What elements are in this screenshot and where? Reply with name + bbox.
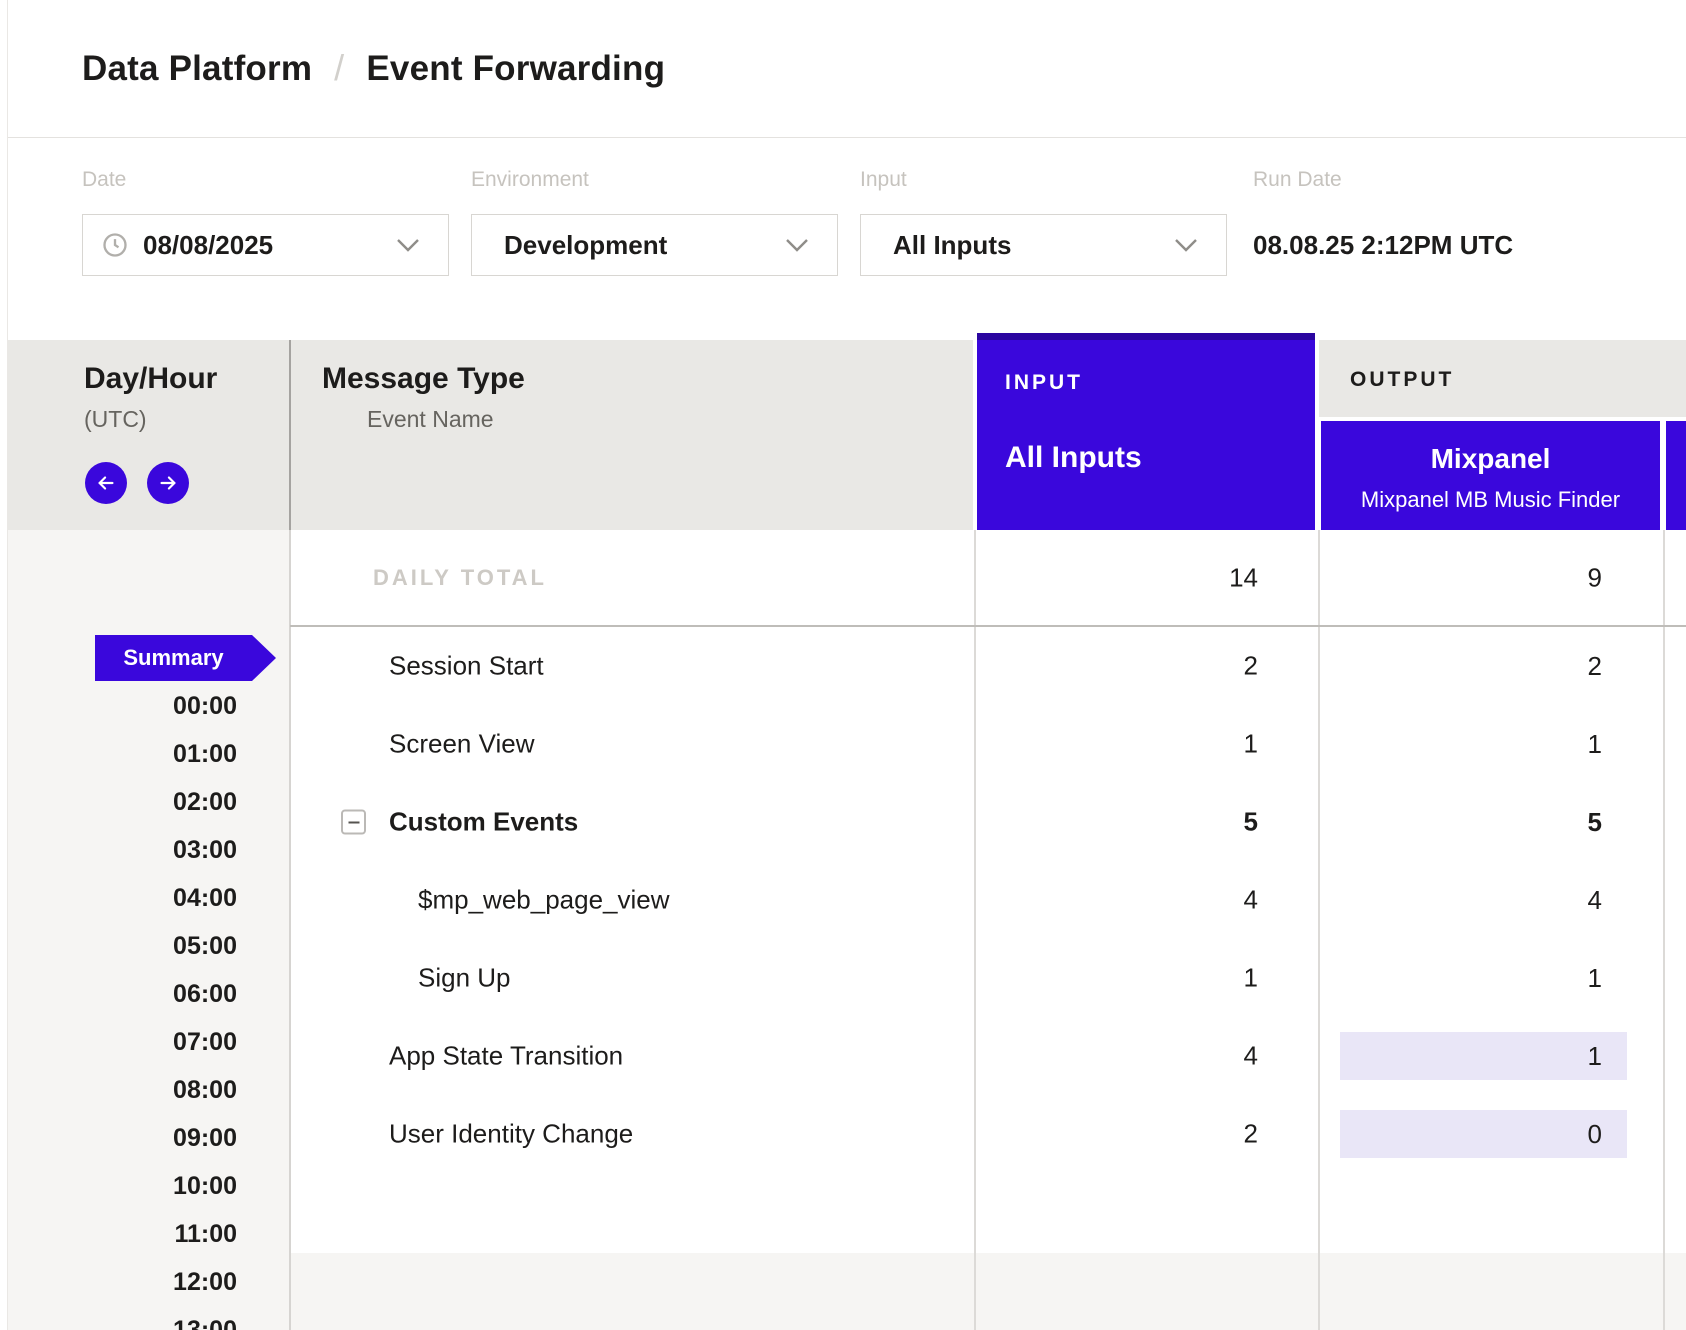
hour-label[interactable]: 03:00 — [0, 826, 290, 874]
next-output-column-partial[interactable] — [1666, 421, 1686, 530]
table-footer-background — [290, 1253, 1686, 1330]
row-output-value: 1 — [1588, 1041, 1602, 1072]
next-day-button[interactable] — [147, 462, 189, 504]
row-label: Custom Events — [389, 807, 578, 838]
row-input-value: 1 — [1244, 963, 1258, 994]
date-dropdown[interactable]: 08/08/2025 — [82, 214, 449, 276]
table-row: App State Transition 4 1 — [290, 1017, 1686, 1095]
summary-tab-label: Summary — [123, 645, 223, 671]
top-header: Data Platform / Event Forwarding — [0, 0, 1686, 138]
row-input-value: 5 — [1244, 807, 1258, 838]
row-input-value: 4 — [1244, 885, 1258, 916]
environment-dropdown[interactable]: Development — [471, 214, 838, 276]
environment-label: Environment — [471, 168, 589, 192]
row-output-value: 5 — [1588, 807, 1602, 838]
row-output-cell: 1 — [1340, 1032, 1627, 1080]
minus-box-icon[interactable] — [341, 810, 366, 835]
row-input-value: 2 — [1244, 651, 1258, 682]
chevron-down-icon — [785, 238, 809, 252]
hour-label[interactable]: 05:00 — [0, 922, 290, 970]
row-label: Session Start — [389, 651, 544, 682]
hour-label[interactable]: 12:00 — [0, 1258, 290, 1306]
daily-total-input-value: 14 — [1229, 562, 1258, 593]
hour-label[interactable]: 13:00 — [0, 1306, 290, 1330]
day-hour-header: Day/Hour — [84, 362, 217, 396]
input-column-header[interactable]: INPUT All Inputs — [977, 333, 1315, 530]
date-value: 08/08/2025 — [143, 230, 273, 261]
daily-total-output-value: 9 — [1588, 562, 1602, 593]
row-output-value: 4 — [1588, 885, 1602, 916]
row-label: App State Transition — [389, 1041, 623, 1072]
minus-glyph — [348, 821, 359, 823]
row-label: $mp_web_page_view — [418, 885, 670, 916]
clock-icon — [101, 231, 129, 259]
arrow-left-icon — [95, 472, 117, 494]
output-connection-name: Mixpanel — [1321, 443, 1660, 475]
output-column-header[interactable]: Mixpanel Mixpanel MB Music Finder — [1321, 421, 1660, 530]
row-label: Sign Up — [418, 963, 511, 994]
row-output-value: 0 — [1588, 1119, 1602, 1150]
input-value: All Inputs — [893, 230, 1011, 261]
row-output-cell: 1 — [1340, 954, 1627, 1002]
chevron-down-icon — [396, 238, 420, 252]
run-date-label: Run Date — [1253, 168, 1342, 192]
message-rows: Session Start 2 2 Screen View 1 1 Custom… — [290, 627, 1686, 1173]
message-type-header: Message Type — [322, 362, 525, 396]
hour-label[interactable]: 06:00 — [0, 970, 290, 1018]
hour-label[interactable]: 00:00 — [0, 682, 290, 730]
hour-label[interactable]: 02:00 — [0, 778, 290, 826]
hour-label[interactable]: 01:00 — [0, 730, 290, 778]
output-section-label: OUTPUT — [1350, 368, 1454, 392]
hour-label[interactable]: 10:00 — [0, 1162, 290, 1210]
chevron-down-icon — [1174, 238, 1198, 252]
row-output-cell: 1 — [1340, 720, 1627, 768]
day-hour-timezone: (UTC) — [84, 406, 147, 433]
hour-label[interactable]: 04:00 — [0, 874, 290, 922]
row-input-value: 2 — [1244, 1119, 1258, 1150]
hour-label[interactable]: 08:00 — [0, 1066, 290, 1114]
table-row: User Identity Change 2 0 — [290, 1095, 1686, 1173]
table-row: Custom Events 5 5 — [290, 783, 1686, 861]
daily-total-label: DAILY TOTAL — [373, 565, 547, 591]
row-input-value: 1 — [1244, 729, 1258, 760]
row-label: Screen View — [389, 729, 535, 760]
row-output-cell: 0 — [1340, 1110, 1627, 1158]
row-output-cell: 4 — [1340, 876, 1627, 924]
header-column-divider — [289, 340, 291, 530]
page-title: Event Forwarding — [366, 49, 665, 89]
table-row: Session Start 2 2 — [290, 627, 1686, 705]
event-name-subheader: Event Name — [367, 406, 494, 433]
table-row: $mp_web_page_view 4 4 — [290, 861, 1686, 939]
daily-total-row: DAILY TOTAL 14 9 — [290, 530, 1686, 627]
previous-day-button[interactable] — [85, 462, 127, 504]
page-left-edge — [0, 0, 8, 1330]
date-label: Date — [82, 168, 126, 192]
arrow-right-icon — [157, 472, 179, 494]
breadcrumb: Data Platform / Event Forwarding — [82, 0, 665, 138]
summary-tab[interactable]: Summary — [95, 635, 252, 681]
event-forwarding-page: Data Platform / Event Forwarding Date En… — [0, 0, 1686, 1330]
row-input-value: 4 — [1244, 1041, 1258, 1072]
input-column-name: All Inputs — [1005, 441, 1142, 475]
breadcrumb-section[interactable]: Data Platform — [82, 49, 312, 89]
input-label: Input — [860, 168, 907, 192]
row-label: User Identity Change — [389, 1119, 633, 1150]
hour-label[interactable]: 07:00 — [0, 1018, 290, 1066]
row-output-cell: 5 — [1340, 798, 1627, 846]
output-connection-subtitle: Mixpanel MB Music Finder — [1321, 487, 1660, 513]
hour-label[interactable]: 09:00 — [0, 1114, 290, 1162]
input-column-kicker: INPUT — [1005, 371, 1083, 395]
table-row: Sign Up 1 1 — [290, 939, 1686, 1017]
input-dropdown[interactable]: All Inputs — [860, 214, 1227, 276]
breadcrumb-separator: / — [334, 47, 344, 89]
hours-rail: 00:00 01:00 02:00 03:00 04:00 05:00 06:0… — [0, 682, 290, 1330]
row-output-value: 1 — [1588, 963, 1602, 994]
row-output-value: 2 — [1588, 651, 1602, 682]
run-date-value: 08.08.25 2:12PM UTC — [1253, 214, 1513, 276]
environment-value: Development — [504, 230, 667, 261]
row-output-value: 1 — [1588, 729, 1602, 760]
row-output-cell: 2 — [1340, 642, 1627, 690]
table-row: Screen View 1 1 — [290, 705, 1686, 783]
hour-label[interactable]: 11:00 — [0, 1210, 290, 1258]
